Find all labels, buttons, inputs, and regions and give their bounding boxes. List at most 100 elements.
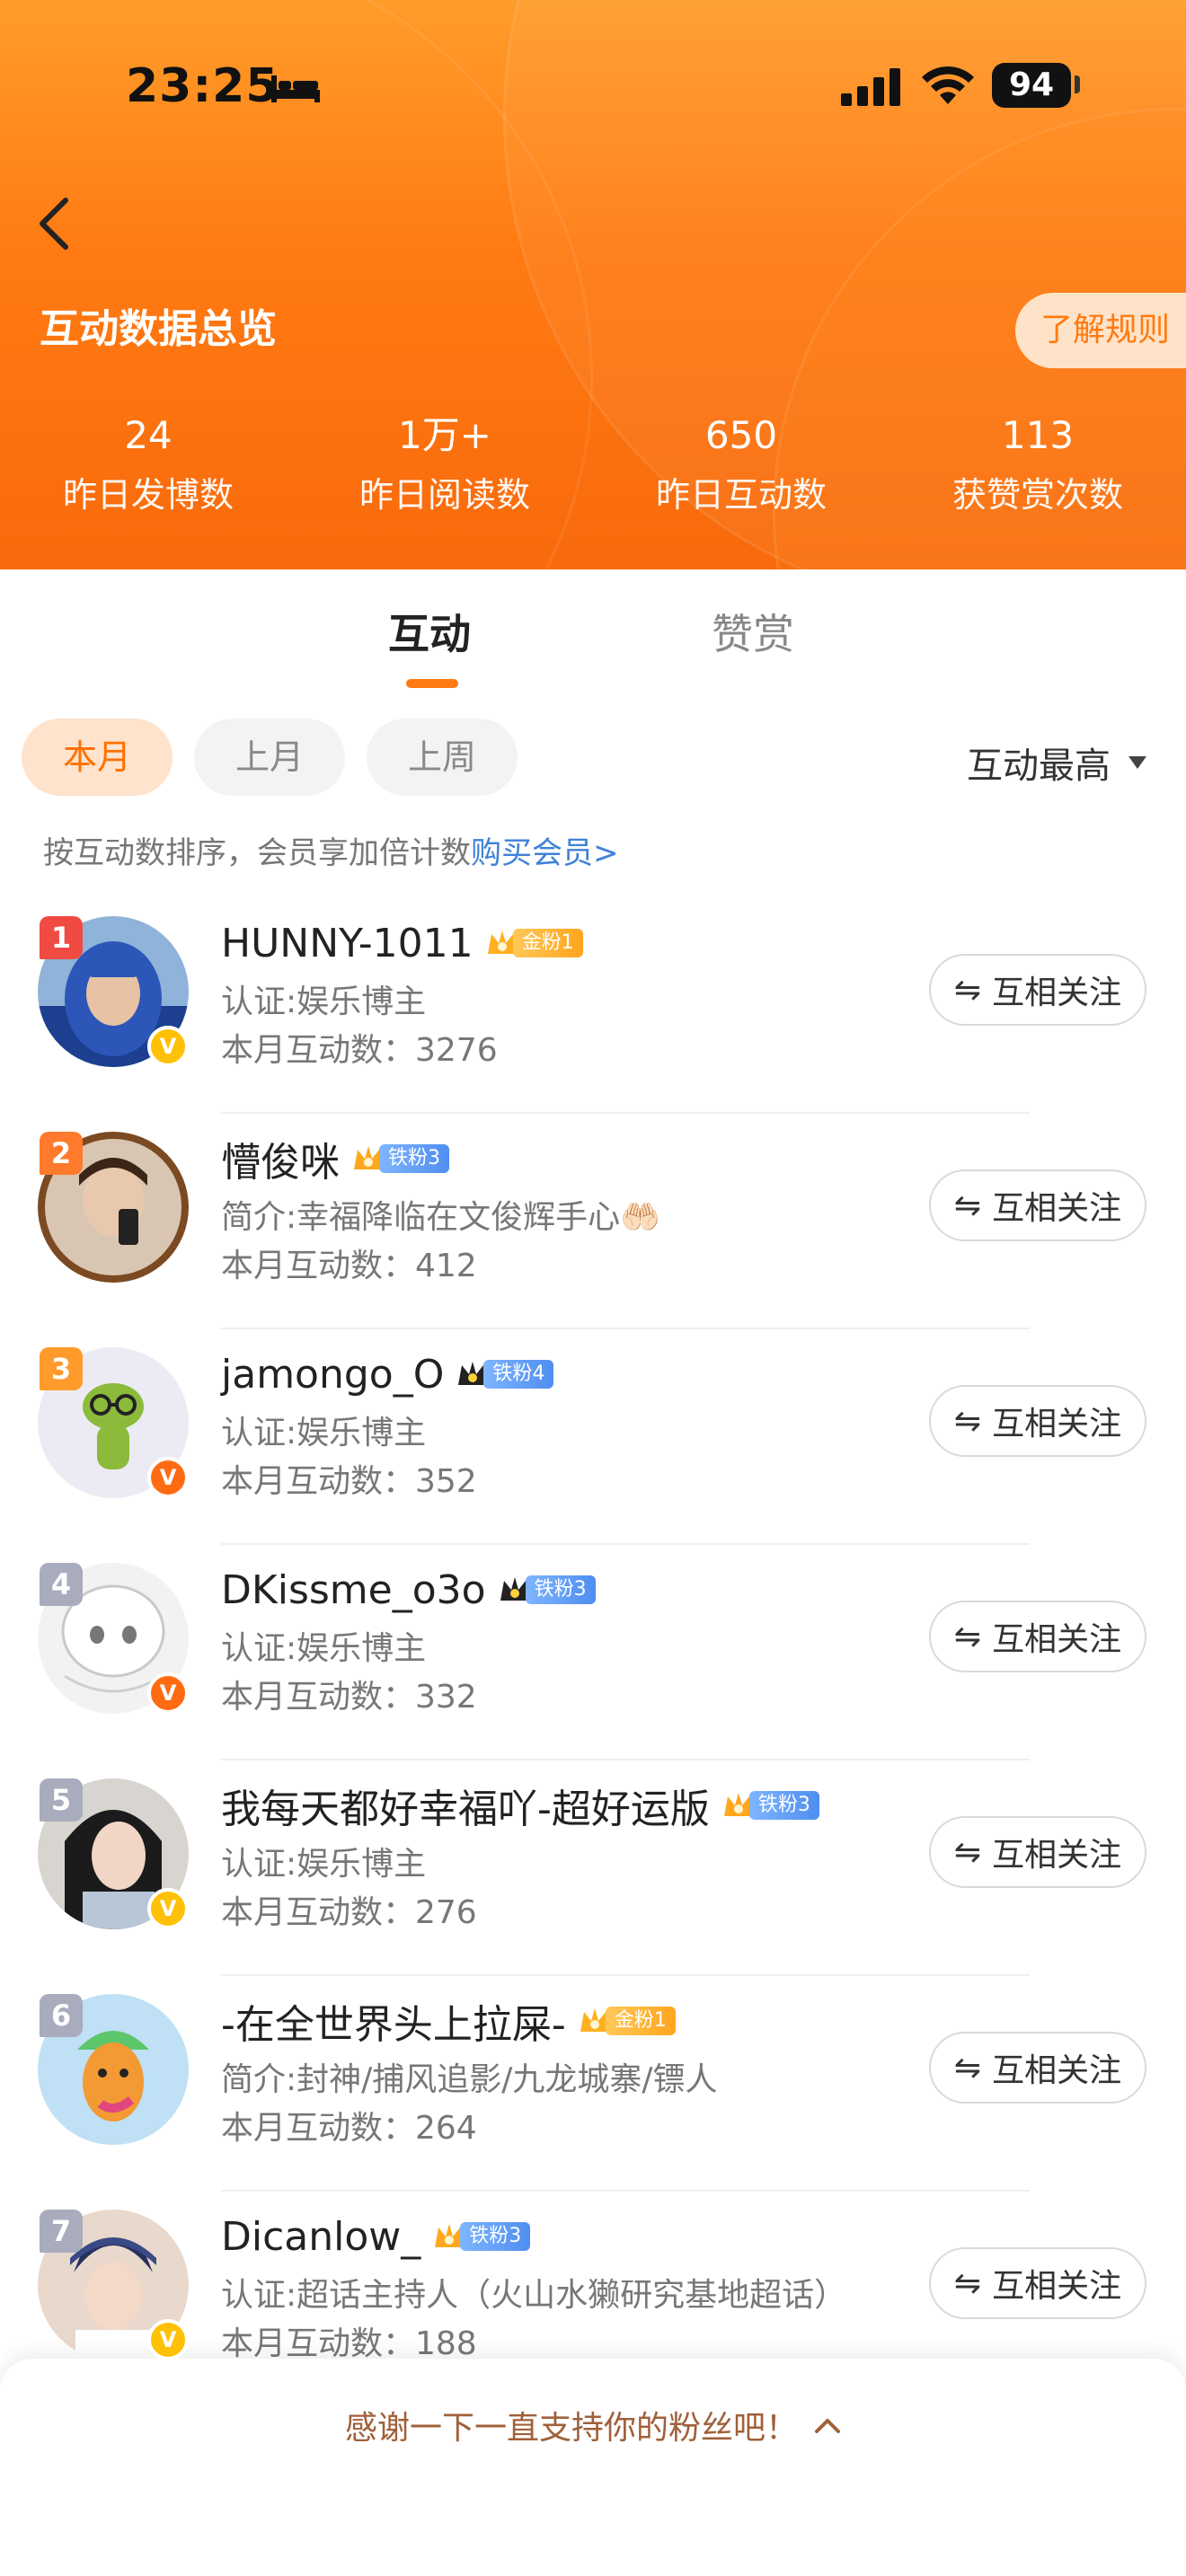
list-item[interactable]: 1 V HUNNY-1011 金粉1 认证:娱乐博主 本月互动数：3276 ⇋ … xyxy=(0,898,1186,1114)
stat-value: 650 xyxy=(704,413,778,457)
fan-badge: 铁粉3 xyxy=(350,1142,449,1175)
mutual-follow-button[interactable]: ⇋ 互相关注 xyxy=(929,1601,1146,1672)
filter-chip-last-month[interactable]: 上月 xyxy=(194,719,345,796)
signal-icon xyxy=(841,68,900,106)
wifi-icon xyxy=(922,66,974,104)
mutual-follow-button[interactable]: ⇋ 互相关注 xyxy=(929,2247,1146,2319)
swap-arrows-icon: ⇋ xyxy=(953,1833,982,1871)
follow-label: 互相关注 xyxy=(992,2268,1122,2305)
stats-row: 24 昨日发博数 1万+ 昨日阅读数 650 昨日互动数 113 获赞赏次数 xyxy=(0,413,1186,517)
mutual-follow-button[interactable]: ⇋ 互相关注 xyxy=(929,954,1146,1026)
buy-membership-link[interactable]: 购买会员> xyxy=(471,835,619,871)
filter-chip-last-week[interactable]: 上周 xyxy=(367,719,518,796)
fan-badge-label: 金粉1 xyxy=(512,929,583,957)
back-button[interactable] xyxy=(22,192,84,255)
mutual-follow-button[interactable]: ⇋ 互相关注 xyxy=(929,1816,1146,1888)
follow-label: 互相关注 xyxy=(992,1621,1122,1658)
list-item[interactable]: 5 V 我每天都好幸福吖-超好运版 铁粉3 认证:娱乐博主 本月互动数：276 … xyxy=(0,1760,1186,1976)
rank-badge: 6 xyxy=(40,1994,83,2037)
bed-icon xyxy=(271,75,320,102)
rank-badge: 2 xyxy=(40,1132,83,1175)
stat-value: 1万+ xyxy=(398,413,491,457)
rank-badge: 1 xyxy=(40,916,83,959)
name-line: jamongo_O 铁粉4 xyxy=(221,1347,554,1401)
follow-label: 互相关注 xyxy=(992,975,1122,1011)
stat-yesterday-reads[interactable]: 1万+ 昨日阅读数 xyxy=(296,413,593,517)
user-bio: 简介:封神/捕风追影/九龙城寨/镖人 xyxy=(221,2061,718,2098)
thank-fans-prompt[interactable]: 感谢一下一直支持你的粉丝吧！ xyxy=(0,2402,1186,2448)
verified-icon: V xyxy=(147,1457,189,1498)
swap-arrows-icon: ⇋ xyxy=(953,1618,982,1655)
verified-icon: V xyxy=(147,1026,189,1067)
user-name[interactable]: jamongo_O xyxy=(221,1352,444,1398)
stat-yesterday-posts[interactable]: 24 昨日发博数 xyxy=(0,413,296,517)
fan-badge-label: 铁粉3 xyxy=(460,2222,531,2251)
fan-badge: 金粉1 xyxy=(484,927,583,959)
list-item[interactable]: 6 -在全世界头上拉屎- 金粉1 简介:封神/捕风追影/九龙城寨/镖人 本月互动… xyxy=(0,1976,1186,2192)
stat-reward-count[interactable]: 113 获赞赏次数 xyxy=(890,413,1186,517)
list-item[interactable]: 4 V DKissme_o3o 铁粉3 认证:娱乐博主 本月互动数：332 ⇋ … xyxy=(0,1545,1186,1760)
fan-badge: 铁粉3 xyxy=(721,1789,819,1822)
list-item[interactable]: 2 懵俊咪 铁粉3 简介:幸福降临在文俊辉手心🤲🏻 本月互动数：412 ⇋ 互相… xyxy=(0,1114,1186,1329)
verified-icon: V xyxy=(147,1672,189,1714)
list-item[interactable]: 3 V jamongo_O 铁粉4 认证:娱乐博主 本月互动数：352 ⇋ 互相… xyxy=(0,1329,1186,1545)
user-bio: 认证:娱乐博主 xyxy=(221,984,427,1020)
follow-label: 互相关注 xyxy=(992,1406,1122,1442)
thank-fans-text: 感谢一下一直支持你的粉丝吧！ xyxy=(344,2410,798,2447)
interaction-count: 本月互动数：332 xyxy=(221,1679,477,1716)
status-time: 23:25 xyxy=(126,59,279,113)
fan-badge: 铁粉3 xyxy=(497,1574,596,1606)
fan-badge-label: 铁粉3 xyxy=(748,1791,819,1820)
thank-fans-sheet[interactable]: 感谢一下一直支持你的粉丝吧！ xyxy=(0,2359,1186,2576)
user-name[interactable]: 我每天都好幸福吖-超好运版 xyxy=(221,1777,710,1834)
swap-arrows-icon: ⇋ xyxy=(953,2264,982,2302)
interaction-count: 本月互动数：3276 xyxy=(221,1032,498,1069)
stat-label: 昨日阅读数 xyxy=(358,475,530,515)
battery-indicator: 94 xyxy=(992,63,1071,108)
sort-label: 互动最高 xyxy=(967,745,1111,787)
name-line: -在全世界头上拉屎- 金粉1 xyxy=(221,1994,676,2048)
mutual-follow-button[interactable]: ⇋ 互相关注 xyxy=(929,2032,1146,2104)
follow-label: 互相关注 xyxy=(992,2052,1122,2089)
rank-badge: 7 xyxy=(40,2210,83,2253)
user-name[interactable]: DKissme_o3o xyxy=(221,1567,486,1613)
interaction-count: 本月互动数：188 xyxy=(221,2325,477,2362)
interaction-count: 本月互动数：276 xyxy=(221,1894,477,1931)
user-name[interactable]: 懵俊咪 xyxy=(221,1130,340,1187)
user-name[interactable]: HUNNY-1011 xyxy=(221,921,474,966)
battery-tip xyxy=(1075,75,1080,93)
fan-badge: 金粉1 xyxy=(577,2005,676,2037)
verified-icon: V xyxy=(147,1888,189,1929)
fan-badge-label: 铁粉3 xyxy=(379,1144,449,1173)
status-bar: 23:25 94 xyxy=(0,0,1186,171)
mutual-follow-button[interactable]: ⇋ 互相关注 xyxy=(929,1385,1146,1457)
user-bio: 简介:幸福降临在文俊辉手心🤲🏻 xyxy=(221,1199,660,1236)
hint-text: 按互动数排序，会员享加倍计数 xyxy=(43,835,471,871)
stat-label: 昨日互动数 xyxy=(655,475,827,515)
name-line: Dicanlow_ 铁粉3 xyxy=(221,2210,531,2263)
user-bio: 认证:娱乐博主 xyxy=(221,1415,427,1451)
tab-interaction[interactable]: 互动 xyxy=(388,602,471,661)
filter-chip-this-month[interactable]: 本月 xyxy=(22,719,173,796)
page-title: 互动数据总览 xyxy=(40,306,277,352)
filter-bar: 本月 上月 上周 互动最高 xyxy=(0,719,1186,799)
sort-dropdown[interactable]: 互动最高 xyxy=(967,737,1146,789)
stat-value: 113 xyxy=(1001,413,1075,457)
sort-hint: 按互动数排序，会员享加倍计数购买会员> xyxy=(43,828,619,872)
rules-button[interactable]: 了解规则 xyxy=(1015,293,1186,368)
interaction-count: 本月互动数：412 xyxy=(221,1248,477,1284)
stat-yesterday-interactions[interactable]: 650 昨日互动数 xyxy=(593,413,890,517)
user-bio: 认证:超话主持人（火山水獭研究基地超话） xyxy=(221,2277,847,2314)
mutual-follow-button[interactable]: ⇋ 互相关注 xyxy=(929,1169,1146,1241)
user-name[interactable]: -在全世界头上拉屎- xyxy=(221,1992,566,2050)
tab-reward[interactable]: 赞赏 xyxy=(712,602,794,661)
fan-badge: 铁粉4 xyxy=(455,1358,554,1390)
verified-icon: V xyxy=(147,2319,189,2360)
name-line: DKissme_o3o 铁粉3 xyxy=(221,1563,596,1617)
tab-bar: 互动 赞赏 xyxy=(0,569,1186,695)
follow-label: 互相关注 xyxy=(992,1837,1122,1874)
fan-badge: 铁粉3 xyxy=(431,2220,531,2253)
header: 23:25 94 互动数据总览 了解规则 24 昨日发博数 1万+ 昨日阅读数 … xyxy=(0,0,1186,569)
stat-value: 24 xyxy=(124,413,173,457)
user-name[interactable]: Dicanlow_ xyxy=(221,2214,420,2260)
